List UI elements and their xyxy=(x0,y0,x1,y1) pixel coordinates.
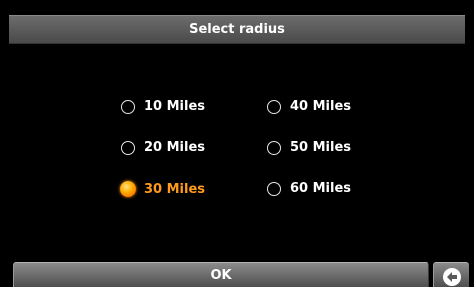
radius-option-50[interactable]: 50 Miles xyxy=(267,140,351,155)
dialog-frame xyxy=(5,5,469,282)
radio-selected-icon xyxy=(120,181,136,197)
radius-option-10[interactable]: 10 Miles xyxy=(121,99,205,114)
radius-option-label: 50 Miles xyxy=(290,140,352,155)
radio-circle-icon xyxy=(121,140,135,155)
radio-circle-icon xyxy=(267,140,281,155)
radio-circle-icon xyxy=(121,99,135,114)
radius-option-label: 60 Miles xyxy=(290,181,352,196)
radio-circle-icon xyxy=(267,99,281,114)
radius-option-label: 20 Miles xyxy=(144,140,206,155)
radius-option-label: 10 Miles xyxy=(144,99,206,114)
ok-button[interactable]: OK xyxy=(13,262,429,287)
radius-option-30[interactable]: 30 Miles xyxy=(120,181,206,197)
radio-circle-icon xyxy=(267,181,281,196)
radius-option-40[interactable]: 40 Miles xyxy=(267,99,351,114)
back-button[interactable] xyxy=(433,262,469,287)
back-arrow-icon xyxy=(442,268,461,286)
radius-option-20[interactable]: 20 Miles xyxy=(121,140,205,155)
dialog-title: Select radius xyxy=(189,22,285,37)
ok-button-label: OK xyxy=(210,268,232,283)
dialog-title-bar: Select radius xyxy=(9,15,465,44)
radius-option-label: 40 Miles xyxy=(290,99,352,114)
radius-option-60[interactable]: 60 Miles xyxy=(267,181,351,196)
radius-option-label: 30 Miles xyxy=(144,181,206,197)
